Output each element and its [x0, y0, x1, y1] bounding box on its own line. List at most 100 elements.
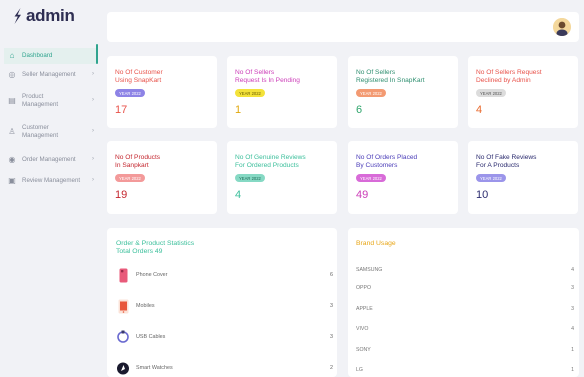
card-title: No Of Sellers Request Is In Pending — [235, 69, 300, 85]
sidebar-item-label: Review Management — [22, 177, 81, 185]
product-count: 2 — [330, 365, 333, 371]
card-title: No Of Orders Placed By Customers — [356, 154, 418, 170]
product-count: 3 — [330, 303, 333, 309]
order-product-statistics-panel: Order & Product Statistics Total Orders … — [107, 228, 337, 377]
year-badge: YEAR 2022 — [356, 174, 386, 182]
review-icon: ▣ — [8, 176, 16, 185]
brand-count: 4 — [571, 326, 574, 332]
stat-card-pending-sellers: No Of Sellers Request Is In Pending YEAR… — [227, 56, 337, 128]
chevron-right-icon: › — [92, 177, 94, 184]
brand-name: VIVO — [356, 326, 369, 332]
brand-name: SAMSUNG — [356, 267, 383, 273]
product-name: Smart Watches — [136, 365, 173, 371]
year-badge: YEAR 2022 — [356, 89, 386, 97]
stat-card-fake-reviews: No Of Fake Reviews For A Products YEAR 2… — [468, 141, 578, 214]
list-item: LG 1 — [356, 367, 574, 373]
brand-count: 1 — [571, 347, 574, 353]
top-bar — [107, 12, 579, 42]
card-title: No Of Sellers Request Declined by Admin — [476, 69, 542, 85]
product-count: 3 — [330, 334, 333, 340]
sidebar-item-customer-management[interactable]: ♙ Customer Management › — [4, 124, 97, 140]
year-badge: YEAR 2022 — [235, 174, 265, 182]
product-name: Mobiles — [136, 303, 155, 309]
sidebar-item-dashboard[interactable]: ⌂ Dashboard — [4, 48, 97, 64]
brand-name: SONY — [356, 347, 371, 353]
sidebar-item-order-management[interactable]: ◉ Order Management › — [4, 155, 97, 165]
brand-usage-panel: Brand Usage SAMSUNG 4 OPPO 3 APPLE 3 VIV… — [348, 228, 579, 377]
card-value: 4 — [476, 104, 483, 116]
sidebar-item-label: Customer Management — [22, 124, 59, 140]
list-item: SONY 1 — [356, 347, 574, 353]
card-value: 17 — [115, 104, 128, 116]
panel-title: Order & Product Statistics — [116, 240, 195, 247]
stat-card-genuine-reviews: No Of Genuine Reviews For Ordered Produc… — [227, 141, 337, 214]
usb-cable-icon — [116, 329, 130, 345]
product-count: 6 — [330, 272, 333, 278]
year-badge: YEAR 2022 — [476, 89, 506, 97]
list-item[interactable]: USB Cables 3 — [116, 328, 333, 346]
chevron-right-icon: › — [92, 128, 94, 135]
card-value: 49 — [356, 189, 369, 201]
list-item: APPLE 3 — [356, 306, 574, 312]
product-icon: ▤ — [8, 95, 16, 105]
brand-count: 1 — [571, 367, 574, 373]
customer-icon: ♙ — [8, 126, 16, 136]
stat-card-registered-sellers: No Of Sellers Registered In SnapKart YEA… — [348, 56, 458, 128]
card-value: 19 — [115, 189, 128, 201]
home-icon: ⌂ — [9, 50, 15, 60]
chevron-right-icon: › — [92, 97, 94, 104]
list-item[interactable]: Phone Cover 6 — [116, 266, 333, 284]
chevron-right-icon: › — [92, 71, 94, 78]
sidebar: admin ⌂ Dashboard ◎ Seller Management › … — [0, 0, 100, 377]
card-title: No Of Fake Reviews For A Products — [476, 154, 537, 170]
stat-card-customers: No Of Customer Using SnapKart YEAR 2022 … — [107, 56, 217, 128]
stat-card-declined-sellers: No Of Sellers Request Declined by Admin … — [468, 56, 578, 128]
card-value: 10 — [476, 189, 489, 201]
avatar[interactable] — [553, 18, 571, 36]
year-badge: YEAR 2022 — [115, 174, 145, 182]
brand-name: admin — [26, 6, 75, 25]
brand-count: 3 — [571, 285, 574, 291]
stat-card-orders: No Of Orders Placed By Customers YEAR 20… — [348, 141, 458, 214]
brand[interactable]: admin — [12, 4, 75, 28]
seller-icon: ◎ — [8, 70, 16, 79]
list-item: VIVO 4 — [356, 326, 574, 332]
total-orders: Total Orders 49 — [116, 248, 163, 255]
phone-cover-icon — [116, 267, 130, 283]
year-badge: YEAR 2022 — [235, 89, 265, 97]
sidebar-item-seller-management[interactable]: ◎ Seller Management › — [4, 70, 97, 80]
sidebar-item-product-management[interactable]: ▤ Product Management › — [4, 93, 97, 109]
list-item: SAMSUNG 4 — [356, 267, 574, 273]
brand-name: OPPO — [356, 285, 371, 291]
card-title: No Of Sellers Registered In SnapKart — [356, 69, 425, 85]
card-value: 4 — [235, 189, 242, 201]
order-icon: ◉ — [8, 155, 16, 164]
list-item[interactable]: Smart Watches 2 — [116, 359, 333, 377]
sidebar-item-label: Seller Management — [22, 71, 76, 79]
brand-count: 4 — [571, 267, 574, 273]
list-item: OPPO 3 — [356, 285, 574, 291]
snapkart-logo-icon — [14, 8, 21, 24]
panel-title: Brand Usage — [356, 240, 396, 247]
user-avatar-icon — [553, 18, 571, 36]
stat-card-products: No Of Products In Sanpkart YEAR 2022 19 — [107, 141, 217, 214]
sidebar-item-review-management[interactable]: ▣ Review Management › — [4, 176, 97, 186]
card-value: 6 — [356, 104, 363, 116]
brand-name: APPLE — [356, 306, 373, 312]
list-item[interactable]: Mobiles 3 — [116, 297, 333, 315]
sidebar-item-label: Dashboard — [22, 51, 53, 59]
brand-count: 3 — [571, 306, 574, 312]
card-value: 1 — [235, 104, 242, 116]
product-name: Phone Cover — [136, 272, 168, 278]
sidebar-item-label: Product Management — [22, 93, 59, 109]
product-name: USB Cables — [136, 334, 166, 340]
smart-watch-icon — [116, 360, 130, 376]
year-badge: YEAR 2022 — [115, 89, 145, 97]
sidebar-item-label: Order Management — [22, 156, 76, 164]
mobile-icon — [116, 298, 130, 314]
card-title: No Of Products In Sanpkart — [115, 154, 161, 170]
chevron-right-icon: › — [92, 156, 94, 163]
year-badge: YEAR 2022 — [476, 174, 506, 182]
brand-name: LG — [356, 367, 363, 373]
active-indicator — [96, 44, 98, 64]
